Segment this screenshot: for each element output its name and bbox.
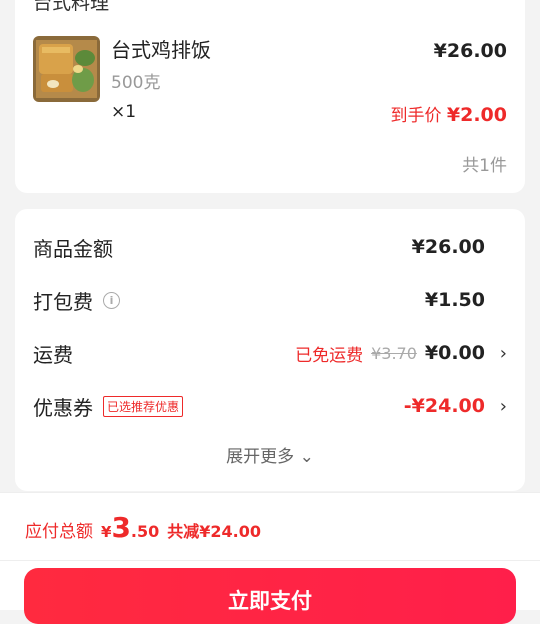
coupon-row[interactable]: 优惠券 已选推荐优惠 -¥24.00 › — [33, 386, 507, 426]
divider — [0, 560, 540, 561]
total-amount-dec: .50 — [130, 522, 160, 541]
chevron-right-icon[interactable]: › — [500, 343, 507, 364]
goods-amount-label: 商品金额 — [33, 236, 113, 261]
shop-name[interactable]: 台式料理 — [33, 0, 109, 15]
pay-now-button[interactable]: 立即支付 — [24, 568, 516, 624]
goods-amount-row: 商品金额 ¥26.00 — [33, 227, 507, 267]
free-shipping-tag: 已免运费 — [295, 345, 364, 366]
item-name[interactable]: 台式鸡排饭 — [111, 34, 211, 63]
item-spec: 500克 — [111, 73, 161, 93]
checkout-bar: 应付总额 ¥ 3 .50 共减¥24.00 立即支付 — [0, 492, 540, 624]
coupon-badge: 已选推荐优惠 — [103, 395, 184, 417]
fee-summary-card: 商品金额 ¥26.00 打包费 i ¥1.50 运费 已免运费 ¥3.70 ¥0… — [15, 209, 525, 491]
total-currency: ¥ — [101, 523, 112, 541]
coupon-discount-value: -¥24.00 — [403, 395, 485, 417]
goods-amount-value: ¥26.00 — [411, 236, 485, 258]
order-item-card: 台式料理 台式鸡排饭 500克 ×1 ¥26.00 到手价 ¥2.00 共1件 — [15, 0, 525, 193]
total-label: 应付总额 — [25, 522, 93, 542]
original-shipping-fee: ¥3.70 — [371, 343, 417, 363]
chevron-right-icon[interactable]: › — [500, 396, 507, 417]
item-thumbnail[interactable] — [33, 36, 100, 102]
item-quantity: ×1 — [111, 102, 137, 122]
final-price-amount: ¥2.00 — [446, 104, 507, 126]
food-image — [33, 36, 100, 102]
item-count: 共1件 — [462, 156, 507, 176]
total-summary: 应付总额 ¥ 3 .50 共减¥24.00 — [25, 511, 261, 544]
coupon-label: 优惠券 — [33, 395, 93, 420]
total-amount-int: 3 — [111, 511, 131, 544]
total-saved: 共减¥24.00 — [167, 522, 262, 541]
chevron-down-icon: ⌄ — [299, 447, 314, 467]
shipping-fee-row[interactable]: 运费 已免运费 ¥3.70 ¥0.00 › — [33, 333, 507, 373]
expand-more-button[interactable]: 展开更多 ⌄ — [15, 442, 525, 467]
final-price-label: 到手价 — [390, 106, 442, 126]
packing-fee-value: ¥1.50 — [424, 289, 485, 311]
info-icon[interactable]: i — [103, 291, 120, 309]
packing-fee-row: 打包费 i ¥1.50 — [33, 280, 507, 320]
item-final-price: 到手价 ¥2.00 — [390, 101, 507, 126]
packing-fee-label: 打包费 — [33, 289, 93, 314]
expand-more-label: 展开更多 — [226, 447, 295, 467]
item-price: ¥26.00 — [433, 40, 507, 62]
shipping-fee-value: ¥0.00 — [424, 342, 485, 364]
shipping-fee-label: 运费 — [33, 342, 73, 367]
